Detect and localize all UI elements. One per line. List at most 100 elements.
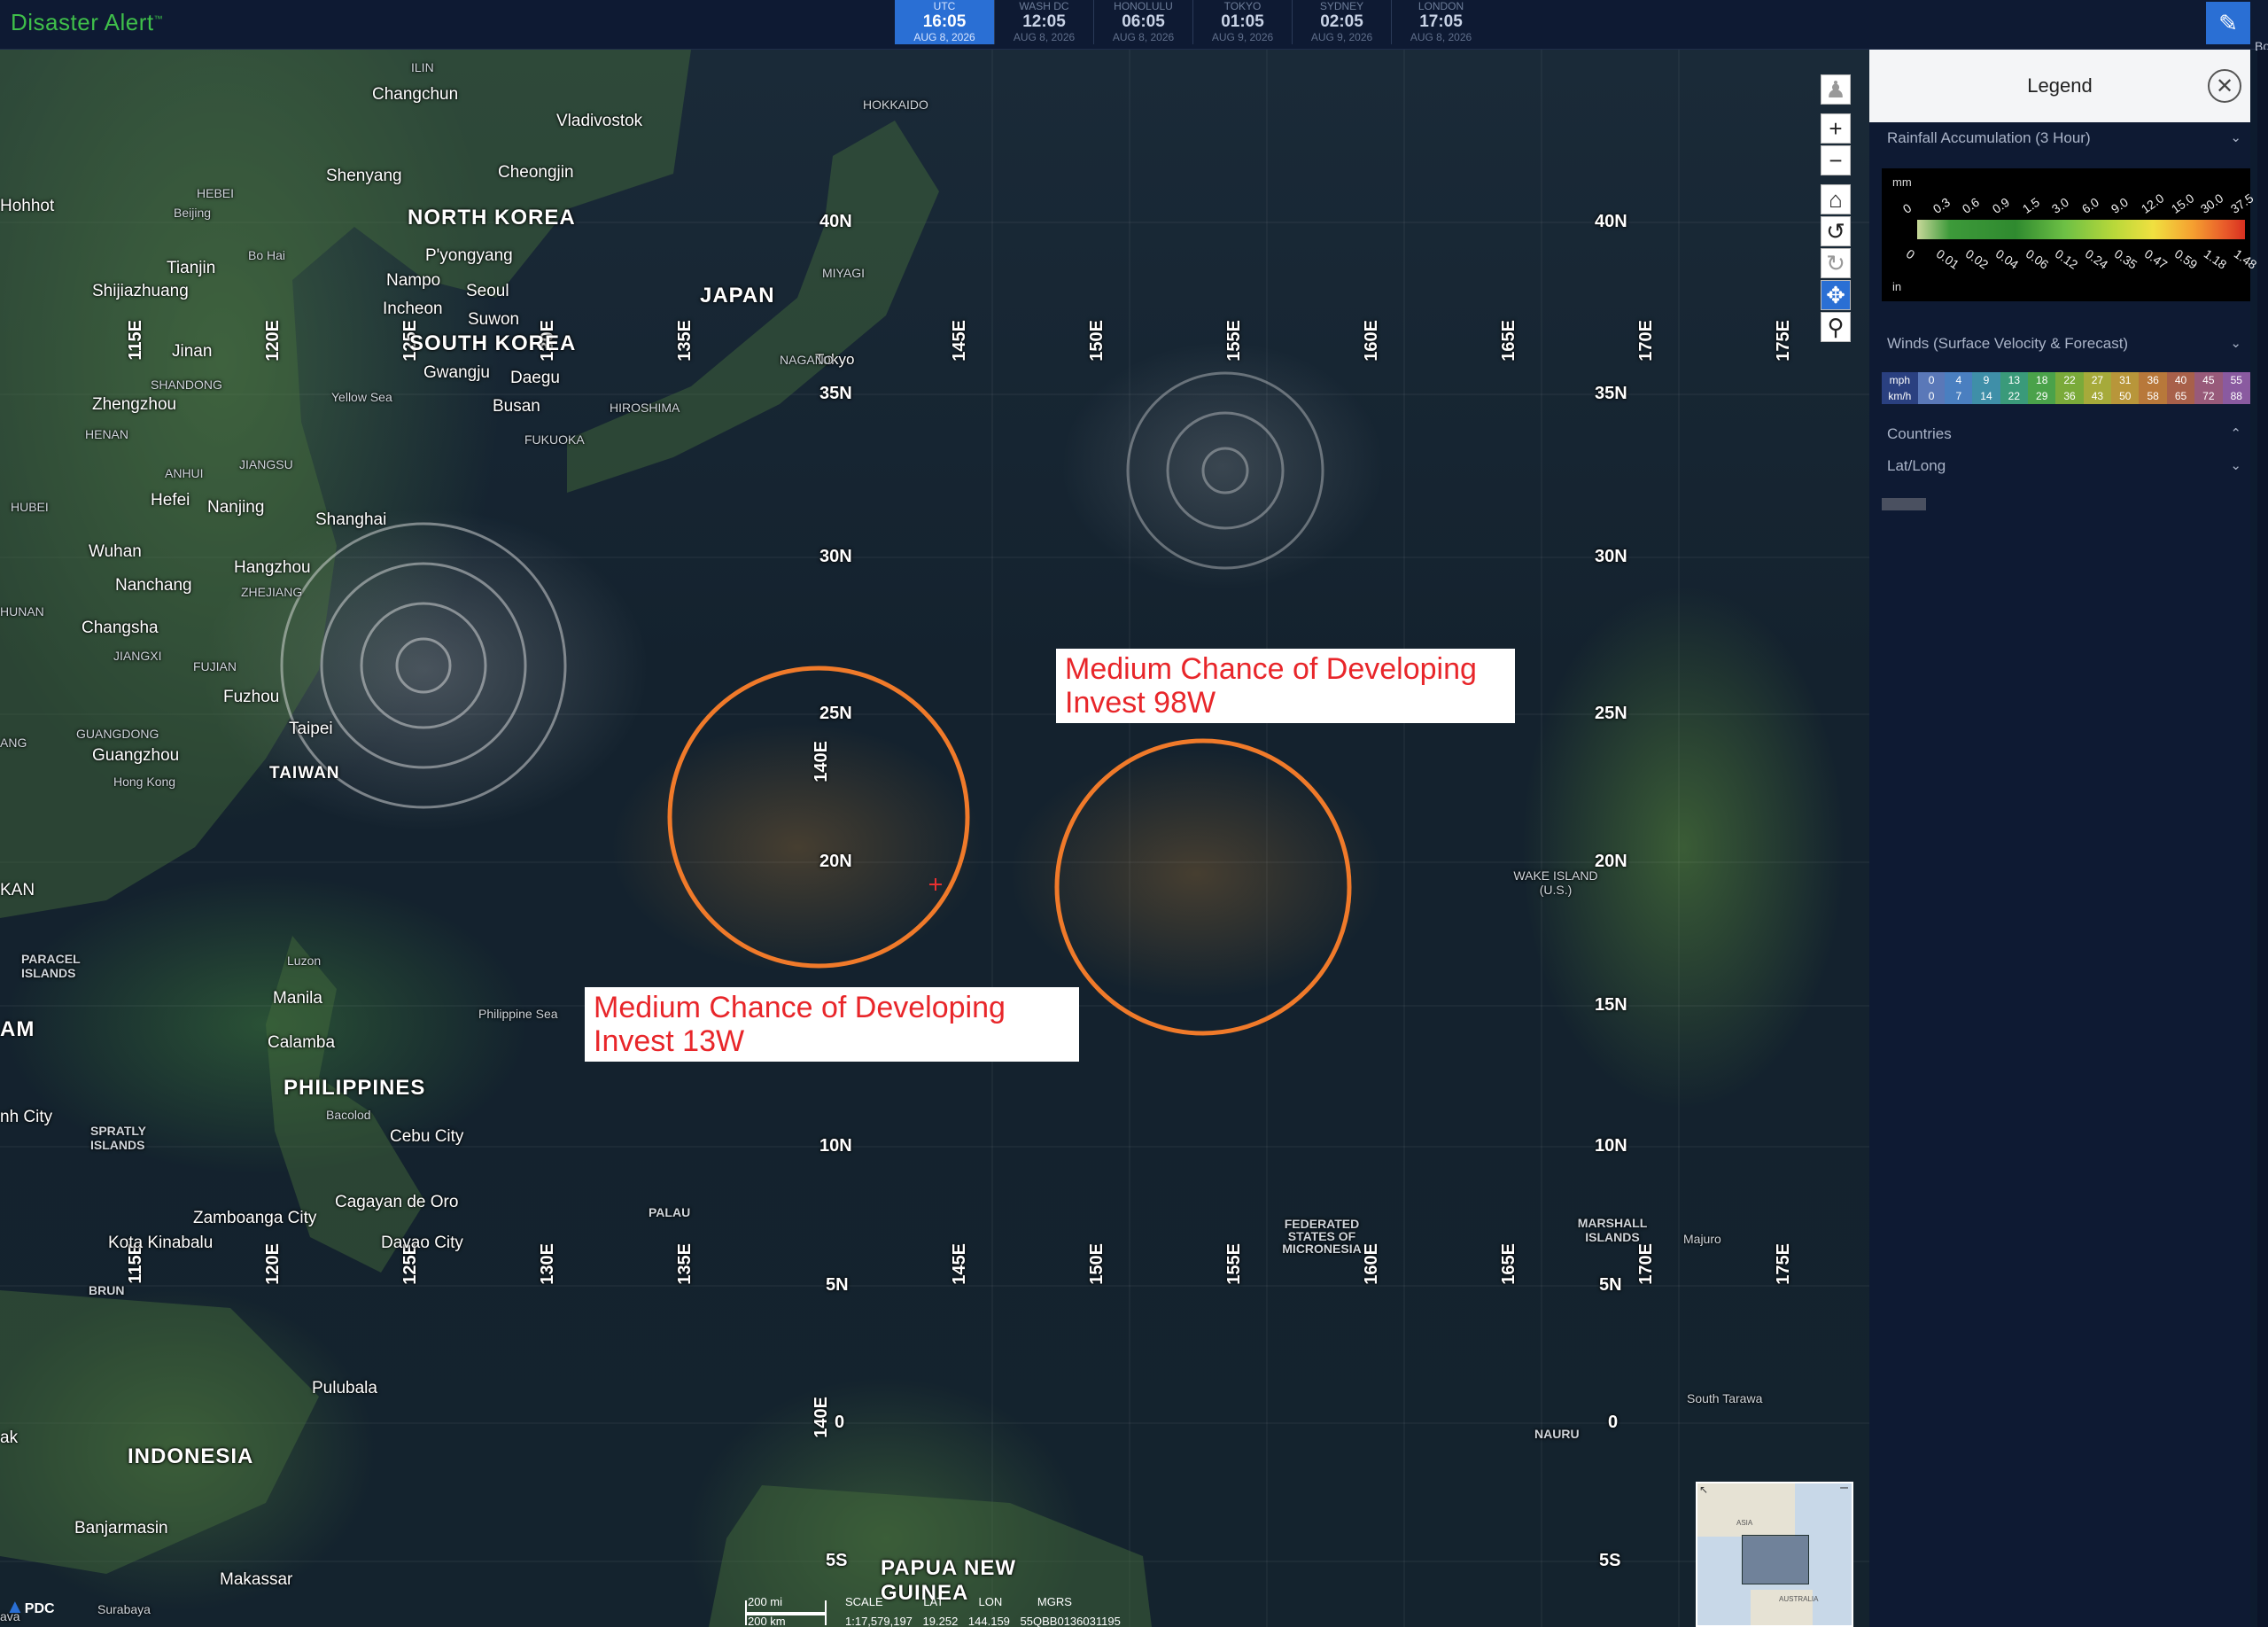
country-label-philippines: PHILIPPINES	[284, 1076, 426, 1100]
wind-cell-kmh: 88	[2222, 388, 2250, 404]
legend-close-button[interactable]: ✕	[2208, 69, 2241, 103]
rainfall-colorbar: mm in 0 0.3 0.6 0.9 1.5 3.0 6.0 9.0 12.0 15.0 30.0…	[1882, 168, 2259, 301]
rainfall-in-tick: 0	[1903, 246, 1918, 262]
label-edge-nh-city: nh City	[0, 1108, 53, 1126]
zoom-box-button[interactable]: ⚲	[1821, 312, 1851, 342]
city-label-wuhan: Wuhan	[89, 542, 142, 561]
rotate-left-button[interactable]: ↺	[1821, 216, 1851, 246]
wind-cell-mph: 55	[2222, 372, 2250, 388]
rainfall-in-tick: 1.18	[2202, 246, 2230, 272]
lon-label-120e: 120E	[263, 320, 283, 362]
street-view-button[interactable]: ♟	[1821, 74, 1851, 105]
city-label-luzon: Luzon	[287, 954, 322, 968]
city-label-cheongjin: Cheongjin	[498, 163, 574, 182]
close-icon: ✕	[2215, 74, 2234, 98]
city-label-cebu-city: Cebu City	[390, 1127, 464, 1146]
lat-label-0-east: 0	[1608, 1413, 1619, 1432]
label-nagano: NAGANO	[780, 353, 834, 367]
clock-utc[interactable]: UTC 16:05 AUG 8, 2026	[895, 0, 994, 44]
city-label-busan: Busan	[493, 397, 540, 416]
overview-minimap[interactable]: ASIA AUSTRALIA ↖ –	[1696, 1480, 1853, 1627]
rainfall-in-tick: 1.48	[2231, 246, 2260, 272]
city-label-banjarmasin: Banjarmasin	[74, 1519, 168, 1537]
rainfall-mm-tick: 30.0	[2198, 191, 2226, 216]
lat-value: 19.252	[922, 1615, 959, 1627]
city-label-calamba: Calamba	[268, 1033, 336, 1052]
rainfall-unit-in: in	[1892, 280, 1902, 293]
rainfall-in-tick: 0.01	[1933, 246, 1961, 272]
city-label-changsha: Changsha	[82, 619, 159, 637]
chevron-down-icon: ⌄	[2230, 130, 2241, 145]
label-shandong: SHANDONG	[151, 378, 222, 392]
legend-section-winds[interactable]: Winds (Surface Velocity & Forecast) ⌄	[1887, 335, 2241, 353]
label-fukuoka: FUKUOKA	[524, 432, 585, 447]
lon-label-145e-south: 145E	[950, 1243, 969, 1285]
city-label-nampo: Nampo	[386, 271, 441, 290]
lon-label-135e-south: 135E	[675, 1243, 695, 1285]
wind-cell-mph: 9	[1972, 372, 2000, 388]
legend-section-latlong[interactable]: Lat/Long ⌄	[1887, 457, 2241, 475]
rotate-right-button[interactable]: ↻	[1821, 248, 1851, 278]
label-paracel-islands: PARACEL ISLANDS	[21, 952, 81, 980]
city-label-nanchang: Nanchang	[115, 576, 192, 595]
feedback-button[interactable]: ✎	[2206, 2, 2250, 44]
person-icon: ♟	[1825, 75, 1846, 103]
city-label-surabaya: Surabaya	[97, 1602, 151, 1616]
minimap-viewport[interactable]	[1742, 1535, 1809, 1584]
wind-row-mph: mph 0 4 9 13 18 22 27 31 36 40 45 55	[1882, 372, 2250, 388]
lon-label-155e: 155E	[1224, 320, 1244, 362]
minimap-expand-icon[interactable]: ↖	[1699, 1483, 1708, 1496]
label-philippine-sea: Philippine Sea	[478, 1007, 558, 1021]
pan-button[interactable]: ✥	[1821, 280, 1851, 310]
minimap-collapse-icon[interactable]: –	[1840, 1480, 1848, 1496]
clock-honolulu[interactable]: HONOLULU 06:05 AUG 8, 2026	[1093, 0, 1192, 44]
rainfall-in-tick: 0.35	[2112, 246, 2140, 272]
page-scrollbar[interactable]	[2257, 50, 2268, 1627]
lat-label-5s-east: 5S	[1599, 1551, 1621, 1570]
city-label-taipei: Taipei	[289, 720, 333, 738]
rainfall-mm-tick: 37.5	[2227, 191, 2256, 216]
label-hebei: HEBEI	[197, 186, 235, 200]
legend-section-rainfall[interactable]: Rainfall Accumulation (3 Hour) ⌄	[1887, 129, 2241, 147]
rainfall-mm-tick: 15.0	[2168, 191, 2197, 216]
lon-label-175e: 175E	[1774, 320, 1793, 362]
wind-cell-mph: 27	[2083, 372, 2112, 388]
country-label-japan: JAPAN	[700, 284, 775, 307]
wind-cell-mph: 22	[2055, 372, 2084, 388]
wind-row-kmh: km/h 0 7 14 22 29 36 43 50 58 65 72 88	[1882, 388, 2250, 404]
rainfall-mm-tick: 9.0	[2109, 194, 2132, 216]
country-label-south-korea: SOUTH KOREA	[409, 331, 577, 355]
city-label-suwon: Suwon	[468, 310, 520, 329]
legend-section-countries[interactable]: Countries ⌃	[1887, 425, 2241, 443]
wind-cell-mph: 40	[2166, 372, 2195, 388]
app-title[interactable]: Disaster Alert™	[11, 9, 163, 36]
zoom-in-button[interactable]: +	[1821, 113, 1851, 144]
zoom-out-button[interactable]: −	[1821, 145, 1851, 175]
pdc-logo[interactable]: ▲PDC	[5, 1595, 55, 1625]
wind-cell-mph: 31	[2111, 372, 2140, 388]
home-button[interactable]: ⌂	[1821, 184, 1851, 214]
clock-london[interactable]: LONDON 17:05 AUG 8, 2026	[1391, 0, 1490, 44]
label-fujian: FUJIAN	[193, 659, 237, 673]
label-edge-brun: BRUN	[89, 1283, 125, 1297]
clock-sydney[interactable]: SYDNEY 02:05 AUG 9, 2026	[1292, 0, 1391, 44]
wind-cell-kmh: 50	[2111, 388, 2140, 404]
city-label-jinan: Jinan	[172, 342, 213, 361]
wind-cell-kmh: 29	[2028, 388, 2056, 404]
chevron-up-icon: ⌃	[2230, 426, 2241, 441]
chevron-down-icon: ⌄	[2230, 458, 2241, 473]
invest-98w-circle	[1054, 738, 1352, 1036]
city-label-nanjing: Nanjing	[207, 498, 265, 517]
clock-tokyo[interactable]: TOKYO 01:05 AUG 9, 2026	[1192, 0, 1292, 44]
city-label-gwangju: Gwangju	[423, 363, 490, 382]
wind-cell-kmh: 7	[1945, 388, 1973, 404]
wind-cell-kmh: 22	[2000, 388, 2029, 404]
label-edge-am: AM	[0, 1017, 35, 1041]
rainfall-in-tick: 0.04	[1992, 246, 2022, 272]
map-canvas[interactable]: 40N 40N 35N 35N 30N 30N 25N 25N 20N 20N …	[0, 50, 1869, 1627]
wind-cell-mph: 4	[1945, 372, 1973, 388]
mgrs-value: 55QBB0136031195	[1020, 1615, 1121, 1627]
clock-wash-dc[interactable]: WASH DC 12:05 AUG 8, 2026	[994, 0, 1093, 44]
wind-cell-kmh: 14	[1972, 388, 2000, 404]
coordinate-readout-values: 1:17,579,197 19.252 144.159 55QBB0136031…	[845, 1615, 1121, 1627]
